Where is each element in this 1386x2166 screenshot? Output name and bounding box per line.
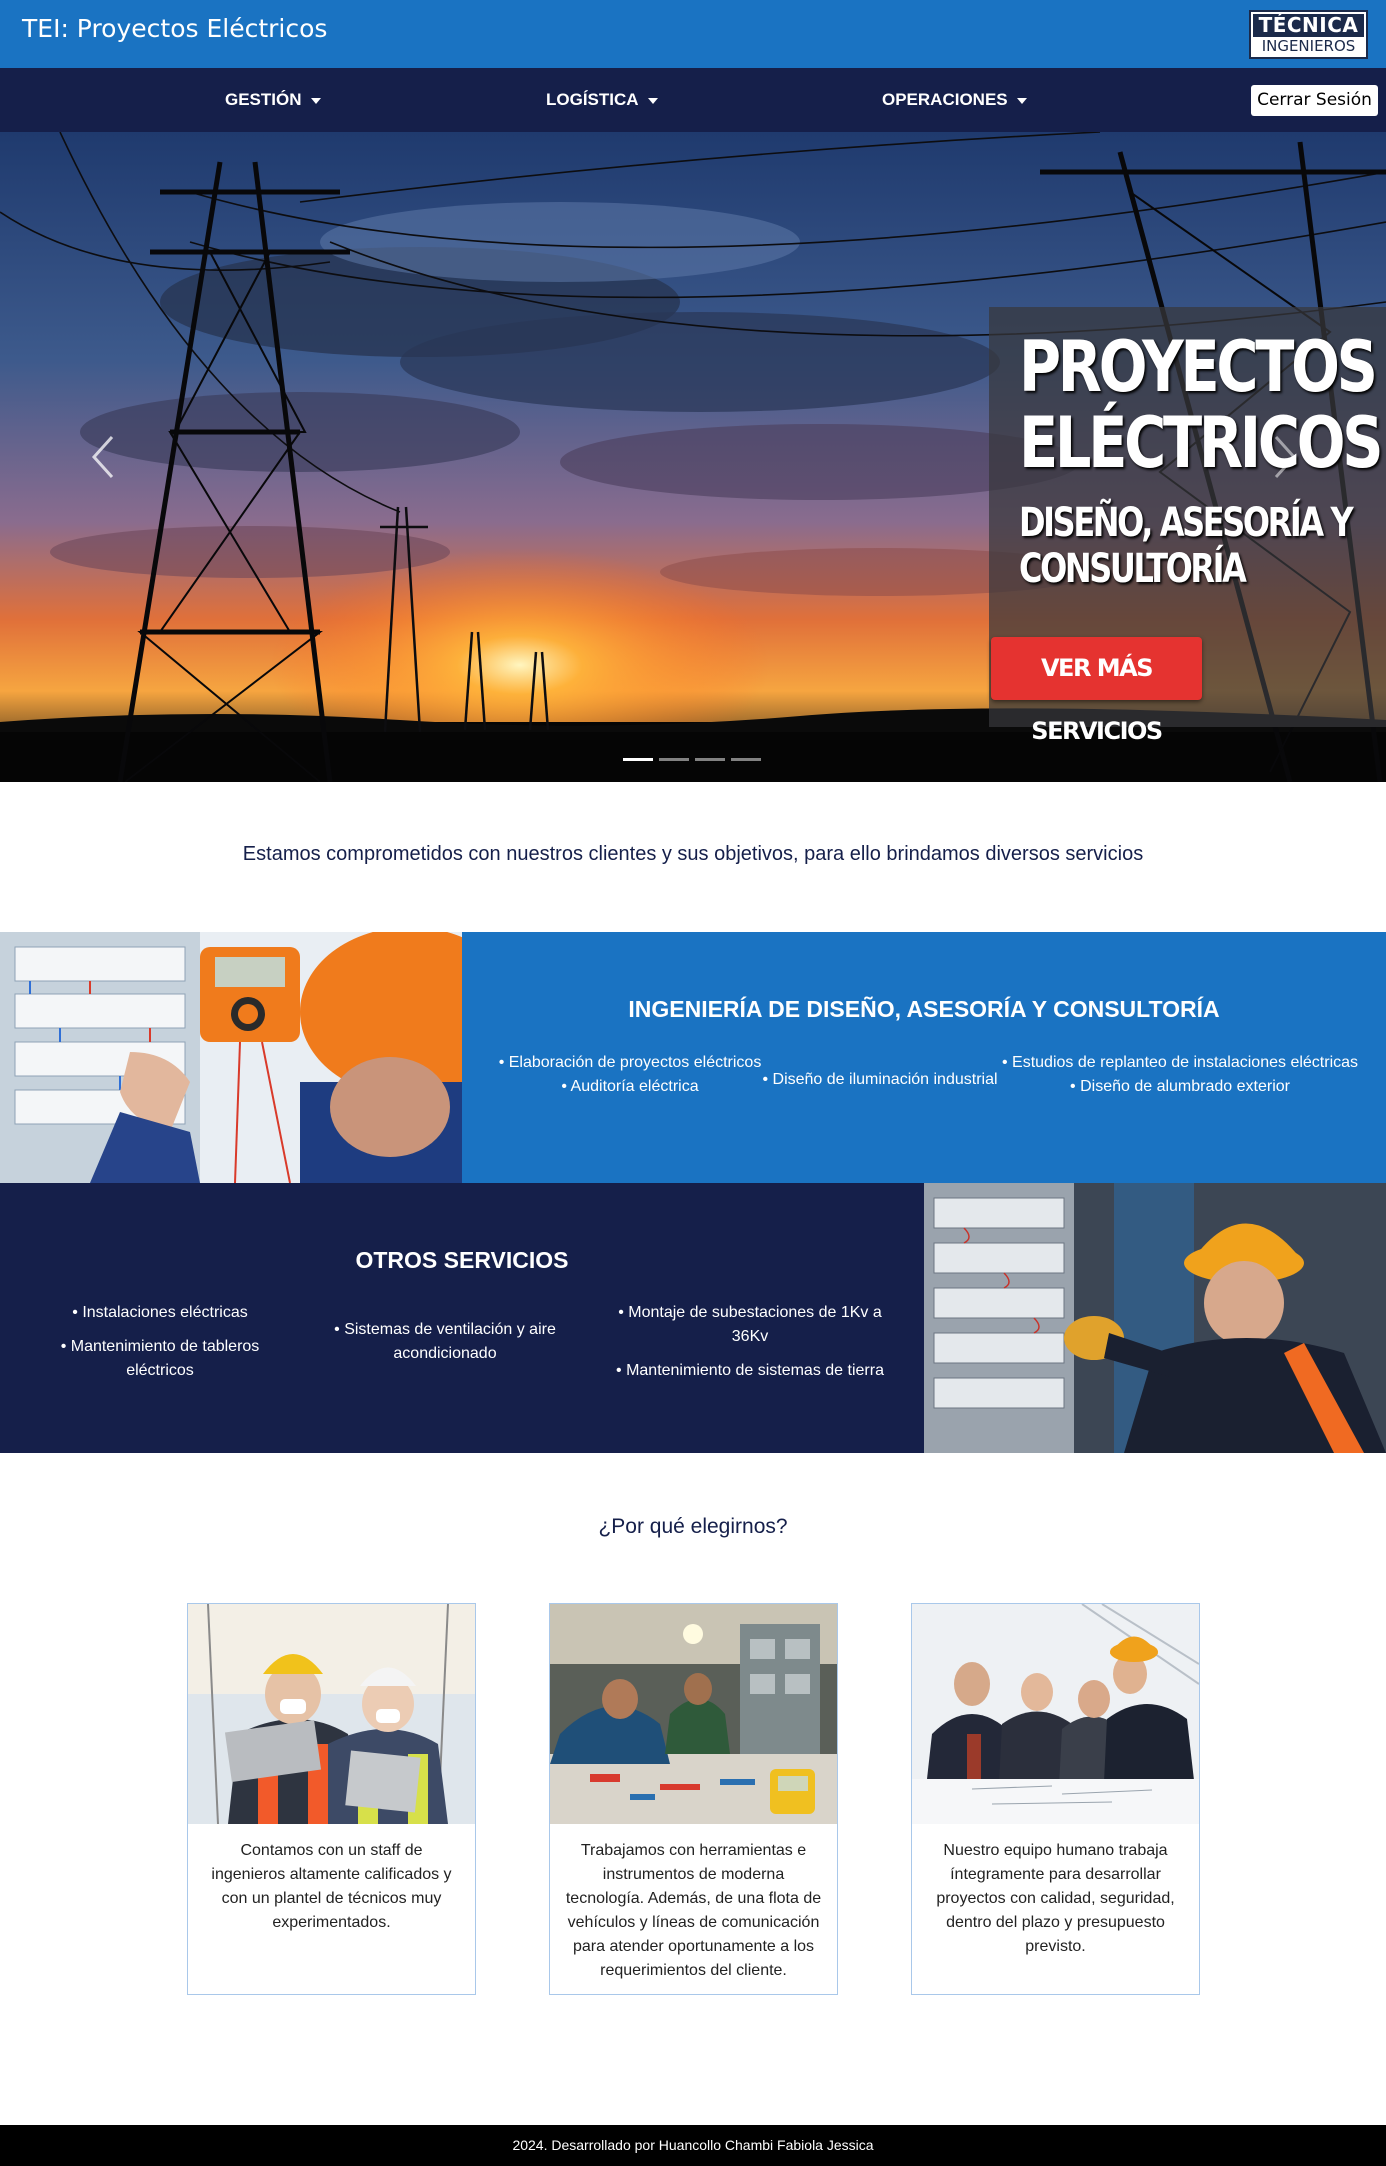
footer: 2024. Desarrollado por Huancollo Chambi … xyxy=(0,2125,1386,2166)
site-title: TEI: Proyectos Eléctricos xyxy=(22,14,328,43)
banner-line-3b: CONSULTORÍA xyxy=(1019,546,1247,592)
service-item: • Mantenimiento de sistemas de tierra xyxy=(616,1362,884,1379)
technicians-workshop-image xyxy=(550,1604,837,1824)
chevron-left-icon xyxy=(91,435,114,479)
carousel-indicator-4[interactable] xyxy=(731,758,761,761)
carousel-next-button[interactable] xyxy=(1256,407,1316,507)
nav-operaciones-dropdown[interactable]: OPERACIONES xyxy=(882,68,1027,132)
electrician-multimeter-image xyxy=(0,932,462,1183)
banner-line-1: PROYECTOS xyxy=(1019,326,1378,408)
nav-gestion-dropdown[interactable]: GESTIÓN xyxy=(225,68,321,132)
why-choose-us-heading: ¿Por qué elegirnos? xyxy=(598,1515,788,1538)
design-services-section: INGENIERÍA DE DISEÑO, ASESORÍA Y CONSULT… xyxy=(0,932,1386,1183)
other-services-col2: • Sistemas de ventilación y aire acondic… xyxy=(325,1318,565,1366)
service-item: • Estudios de replanteo de instalaciones… xyxy=(1001,1054,1359,1071)
service-item: • Montaje de subestaciones de 1Kv a 36Kv xyxy=(618,1304,882,1345)
design-services-title: INGENIERÍA DE DISEÑO, ASESORÍA Y CONSULT… xyxy=(628,996,1220,1022)
ver-mas-servicios-button[interactable]: VER MÁS SERVICIOS xyxy=(991,637,1202,745)
nav-operaciones-label: OPERACIONES xyxy=(882,90,1008,109)
design-services-col3: • Estudios de replanteo de instalaciones… xyxy=(990,1051,1370,1099)
top-header: TEI: Proyectos Eléctricos TÉCNICA INGENI… xyxy=(0,0,1386,68)
why-card-staff-text: Contamos con un staff de ingenieros alta… xyxy=(211,1842,452,1931)
caret-down-icon xyxy=(310,97,321,104)
caret-down-icon xyxy=(1016,97,1027,104)
why-card-tools-text: Trabajamos con herramientas e instrument… xyxy=(565,1842,822,1979)
why-card-tools: Trabajamos con herramientas e instrument… xyxy=(549,1603,838,1995)
service-item: • Sistemas de ventilación y aire acondic… xyxy=(334,1321,556,1362)
nav-logistica-label: LOGÍSTICA xyxy=(546,90,639,109)
logo-line-1: TÉCNICA xyxy=(1253,14,1364,37)
banner-line-2: ELÉCTRICOS xyxy=(1019,402,1384,484)
chevron-right-icon xyxy=(1274,435,1297,479)
other-services-title: OTROS SERVICIOS xyxy=(355,1247,569,1273)
other-services-col1: • Instalaciones eléctricas • Mantenimien… xyxy=(40,1301,280,1383)
other-services-section: OTROS SERVICIOS • Instalaciones eléctric… xyxy=(0,1183,1386,1453)
banner-line-3: DISEÑO, ASESORÍA Y CONSULTORÍA xyxy=(1019,500,1354,592)
service-item: • Diseño de iluminación industrial xyxy=(762,1071,998,1088)
nav-logistica-dropdown[interactable]: LOGÍSTICA xyxy=(546,68,658,132)
service-item: • Elaboración de proyectos eléctricos xyxy=(498,1054,762,1071)
why-card-team: Nuestro equipo humano trabaja íntegramen… xyxy=(911,1603,1200,1995)
intro-text: Estamos comprometidos con nuestros clien… xyxy=(242,843,1144,865)
carousel-indicator-3[interactable] xyxy=(695,758,725,761)
service-item: • Mantenimiento de tableros eléctricos xyxy=(60,1338,260,1379)
main-navbar: GESTIÓN LOGÍSTICA OPERACIONES Cerrar Ses… xyxy=(0,68,1386,132)
why-card-team-text: Nuestro equipo humano trabaja íntegramen… xyxy=(936,1842,1175,1955)
design-services-col2: • Diseño de iluminación industrial xyxy=(755,1068,1005,1092)
service-item: • Auditoría eléctrica xyxy=(561,1078,699,1095)
hero-carousel: PROYECTOS ELÉCTRICOS DISEÑO, ASESORÍA Y … xyxy=(0,132,1386,782)
nav-gestion-label: GESTIÓN xyxy=(225,90,302,109)
carousel-indicators xyxy=(623,758,767,762)
tecnica-ingenieros-logo: TÉCNICA INGENIEROS xyxy=(1249,10,1368,59)
service-item: • Diseño de alumbrado exterior xyxy=(1070,1078,1290,1095)
technician-panel-image xyxy=(924,1183,1386,1453)
why-card-staff: Contamos con un staff de ingenieros alta… xyxy=(187,1603,476,1995)
logout-button[interactable]: Cerrar Sesión xyxy=(1251,85,1378,116)
logo-line-2: INGENIEROS xyxy=(1261,37,1356,55)
carousel-indicator-2[interactable] xyxy=(659,758,689,761)
caret-down-icon xyxy=(647,97,658,104)
engineers-with-laptop-image xyxy=(188,1604,475,1824)
carousel-indicator-1[interactable] xyxy=(623,758,653,761)
team-meeting-image xyxy=(912,1604,1199,1824)
other-services-col3: • Montaje de subestaciones de 1Kv a 36Kv… xyxy=(605,1301,895,1383)
design-services-col1: • Elaboración de proyectos eléctricos • … xyxy=(490,1051,770,1099)
service-item: • Instalaciones eléctricas xyxy=(72,1304,248,1321)
carousel-prev-button[interactable] xyxy=(72,407,132,507)
